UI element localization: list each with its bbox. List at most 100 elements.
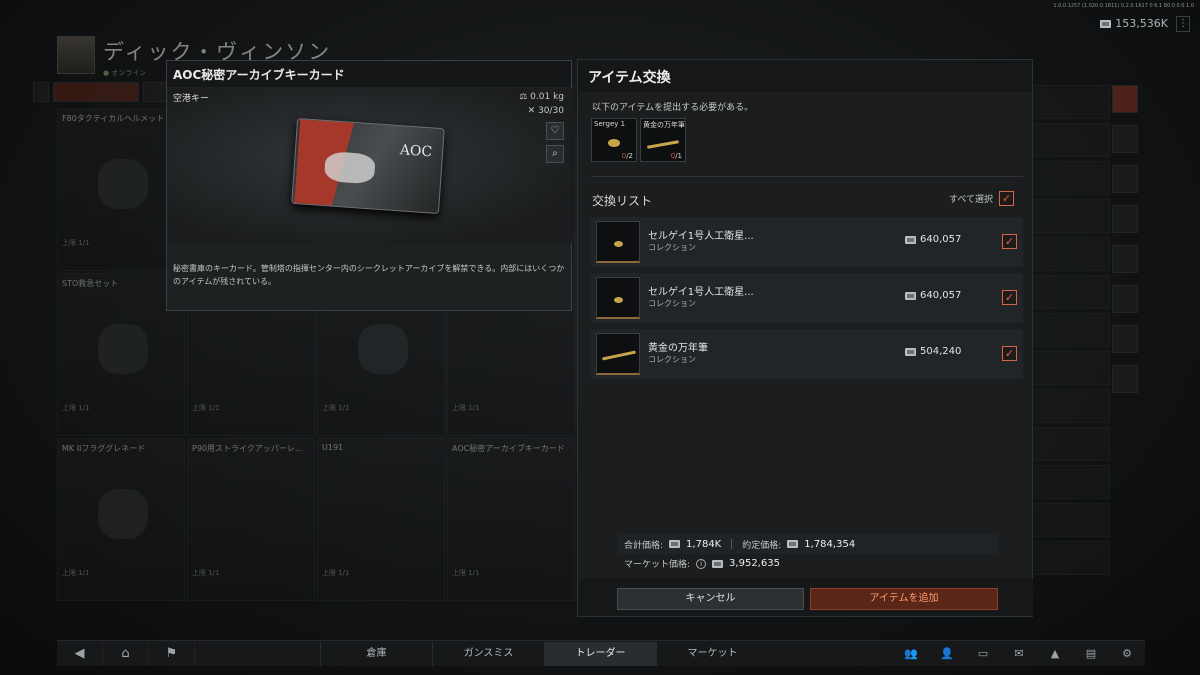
rail-item-icon[interactable] (1112, 245, 1138, 273)
right-item[interactable] (1030, 541, 1110, 575)
right-item[interactable] (1030, 199, 1110, 233)
right-item[interactable] (1030, 427, 1110, 461)
grid-item-name: AOC秘密アーカイブキーカード (452, 444, 565, 453)
required-item[interactable]: Sergey 1 0/2 (591, 118, 637, 162)
select-all-checkbox[interactable]: ✓ (999, 191, 1014, 206)
inspect-icon[interactable]: ⌕ (546, 145, 564, 163)
tab-storage[interactable]: 倉庫 (320, 641, 432, 666)
required-item-name: 黄金の万年筆 (643, 121, 685, 129)
settings-icon[interactable]: ⚙ (1109, 642, 1145, 666)
info-icon[interactable]: i (696, 558, 707, 569)
grid-item[interactable]: U191 上限 1/1 (317, 438, 445, 601)
rail-home-icon[interactable] (1112, 85, 1138, 113)
right-item[interactable] (1030, 351, 1110, 385)
price-value: 640,057 (920, 290, 962, 301)
tab-gunsmith[interactable]: ガンスミス (432, 641, 544, 666)
grid-item[interactable]: P90用ストライクアッパーレ... 上限 1/1 (187, 438, 315, 601)
price-value: 504,240 (920, 346, 962, 357)
grid-item-name: P90用ストライクアッパーレ... (192, 444, 303, 453)
market-price-value: 3,952,635 (729, 558, 780, 569)
money-icon (1100, 19, 1112, 28)
total-price-label: 合計価格: (624, 540, 664, 551)
grid-item[interactable]: MK IIフラググレネード 上限 1/1 (57, 438, 185, 601)
like-icon[interactable]: ▲ (1037, 642, 1073, 666)
rail-item-icon[interactable] (1112, 125, 1138, 153)
requirement-text: 以下のアイテムを提出する必要がある。 (592, 103, 754, 113)
exchange-row[interactable]: セルゲイ1号人工衛星... コレクション 640,057 ✓ (591, 217, 1023, 267)
money-icon (669, 540, 681, 548)
back-icon[interactable]: ◀ (57, 641, 103, 666)
grid-item[interactable]: AOC秘密アーカイブキーカード 上限 1/1 (447, 438, 575, 601)
tab-market[interactable]: マーケット (656, 641, 768, 666)
grid-item-limit: 上限 1/1 (322, 569, 350, 577)
rail-item-icon[interactable] (1112, 325, 1138, 353)
required-item[interactable]: 黄金の万年筆 0/1 (640, 118, 686, 162)
tab-trader[interactable]: トレーダー (544, 641, 656, 666)
team-icon[interactable]: 👤 (929, 642, 965, 666)
item-description: 秘密書庫のキーカード。管制塔の指揮センター内のシークレットアーカイブを解禁できる… (173, 264, 565, 286)
satellite-icon (608, 139, 620, 147)
money-icon (905, 235, 916, 244)
flag-icon[interactable]: ⚑ (149, 641, 195, 666)
row-checkbox[interactable]: ✓ (1002, 234, 1017, 249)
needed-count: /2 (626, 152, 633, 160)
contract-price-value: 1,784,354 (804, 538, 856, 550)
right-item[interactable] (1030, 237, 1110, 271)
friends-icon[interactable]: 👥 (893, 642, 929, 666)
item-subtype: 空港キー (173, 94, 210, 104)
grid-item-name: STO救急セット (62, 279, 119, 288)
chat-icon[interactable]: ▭ (965, 642, 1001, 666)
grid-item-limit: 上限 1/1 (322, 404, 350, 412)
right-item[interactable] (1030, 465, 1110, 499)
item-thumbnail (596, 277, 640, 319)
right-item[interactable] (1030, 85, 1110, 119)
row-checkbox[interactable]: ✓ (1002, 290, 1017, 305)
more-options-button[interactable]: ⋮ (1176, 16, 1190, 32)
required-item-count: 0/2 (622, 152, 633, 160)
rail-item-icon[interactable] (1112, 165, 1138, 193)
grid-item-limit: 上限 1/1 (192, 404, 220, 412)
divider (591, 176, 1023, 177)
currency-amount: 153,536K (1115, 17, 1168, 30)
rail-item-icon[interactable] (1112, 205, 1138, 233)
cancel-button[interactable]: キャンセル (617, 588, 804, 610)
rail-add-icon[interactable] (1112, 365, 1138, 393)
item-thumbnail (596, 221, 640, 263)
exchange-item-price: 640,057 (905, 290, 961, 301)
right-item[interactable] (1030, 161, 1110, 195)
search-tab[interactable] (33, 82, 49, 102)
row-checkbox[interactable]: ✓ (1002, 346, 1017, 361)
right-item[interactable] (1030, 123, 1110, 157)
required-item-name: Sergey 1 (594, 120, 626, 128)
item-thumbnail (596, 333, 640, 375)
price-value: 640,057 (920, 234, 962, 245)
weight-value: 0.01 kg (530, 92, 564, 102)
right-item[interactable] (1030, 275, 1110, 309)
grid-item-limit: 上限 1/1 (452, 569, 480, 577)
right-item[interactable] (1030, 389, 1110, 423)
home-icon[interactable]: ⌂ (103, 641, 149, 666)
tools-icon: ✕ (527, 106, 539, 116)
item-image (98, 489, 148, 539)
exchange-row[interactable]: セルゲイ1号人工衛星... コレクション 640,057 ✓ (591, 273, 1023, 323)
notes-icon[interactable]: ▤ (1073, 642, 1109, 666)
grid-item-limit: 上限 1/1 (62, 569, 90, 577)
contract-price-label: 約定価格: (742, 540, 782, 551)
add-item-button[interactable]: アイテムを追加 (810, 588, 998, 610)
right-item[interactable] (1030, 503, 1110, 537)
mail-icon[interactable]: ✉ (1001, 642, 1037, 666)
exchange-item-name: セルゲイ1号人工衛星... (648, 287, 754, 298)
rail-item-icon[interactable] (1112, 285, 1138, 313)
favorite-icon[interactable]: ♡ (546, 122, 564, 140)
exchange-item-category: コレクション (648, 355, 696, 364)
grid-item-limit: 上限 1/1 (452, 404, 480, 412)
durability-value: 30/30 (538, 106, 564, 116)
clock-tab[interactable] (53, 82, 139, 102)
grid-item-name: MK IIフラググレネード (62, 444, 146, 453)
exchange-row[interactable]: 黄金の万年筆 コレクション 504,240 ✓ (591, 329, 1023, 379)
right-item[interactable] (1030, 313, 1110, 347)
item-image-area: 空港キー ⚖ 0.01 kg ✕ 30/30 ♡ ⌕ AOC (168, 88, 572, 243)
item-title: AOC秘密アーカイブキーカード (167, 61, 571, 87)
exchange-item-name: セルゲイ1号人工衛星... (648, 231, 754, 242)
select-all[interactable]: すべて選択 ✓ (949, 191, 1014, 206)
